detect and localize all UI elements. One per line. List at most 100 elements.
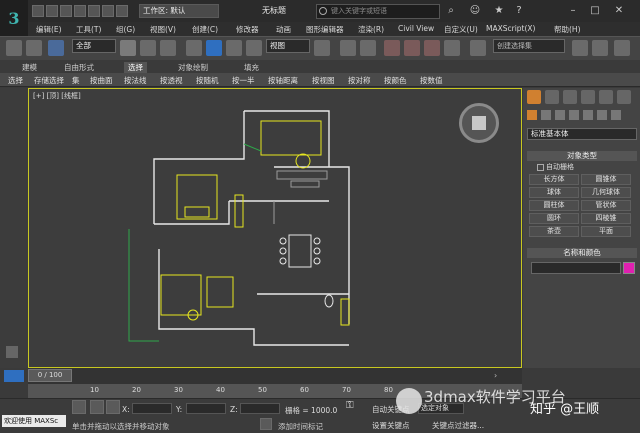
layer-explorer-icon[interactable]: [614, 40, 630, 56]
menu-customize[interactable]: 自定义(U): [444, 24, 478, 35]
ribbon-cmd-select[interactable]: 选择: [8, 75, 23, 86]
ribbon-cmd-half[interactable]: 按一半: [232, 75, 255, 86]
tab-freeform[interactable]: 自由形式: [64, 62, 94, 73]
ribbon-cmd-surface[interactable]: 按曲面: [90, 75, 113, 86]
time-tag-icon[interactable]: [260, 418, 272, 430]
angle-snap-icon[interactable]: [404, 40, 420, 56]
select-move-icon[interactable]: [206, 40, 222, 56]
menu-edit[interactable]: 编辑(E): [36, 24, 62, 35]
plane-button[interactable]: 平面: [581, 226, 631, 237]
ribbon-cmd-random[interactable]: 按随机: [196, 75, 219, 86]
app-logo[interactable]: 3: [0, 0, 28, 36]
pyramid-button[interactable]: 四棱锥: [581, 213, 631, 224]
tab-modeling[interactable]: 建模: [22, 62, 37, 73]
ribbon-cmd-view[interactable]: 按视图: [312, 75, 335, 86]
select-scale-icon[interactable]: [246, 40, 262, 56]
search-input[interactable]: 键入关键字或短语: [316, 4, 440, 19]
checkbox-icon[interactable]: [537, 163, 544, 171]
select-manipulate-icon[interactable]: [340, 40, 356, 56]
display-tab-icon[interactable]: [599, 90, 613, 104]
menu-help[interactable]: 帮助(H): [554, 24, 581, 35]
menu-maxscript[interactable]: MAXScript(X): [486, 24, 535, 33]
time-slider[interactable]: 0 / 100 ›: [28, 368, 522, 384]
menu-modifiers[interactable]: 修改器: [236, 24, 259, 35]
select-by-name-icon[interactable]: [140, 40, 156, 56]
select-rotate-icon[interactable]: [226, 40, 242, 56]
percent-snap-icon[interactable]: [424, 40, 440, 56]
spacewarps-icon[interactable]: [597, 110, 607, 120]
snap-toggle-icon[interactable]: [384, 40, 400, 56]
create-tab-icon[interactable]: [527, 90, 541, 104]
menu-create[interactable]: 创建(C): [192, 24, 218, 35]
systems-icon[interactable]: [611, 110, 621, 120]
maxscript-listener[interactable]: 欢迎使用 MAXSc: [2, 415, 66, 427]
hold-icon[interactable]: [102, 5, 114, 17]
select-object-icon[interactable]: [120, 40, 136, 56]
autogrid-checkbox[interactable]: 自动栅格: [537, 162, 574, 172]
x-coord-field[interactable]: [132, 403, 172, 414]
edit-named-selection-icon[interactable]: [470, 40, 486, 56]
user-icon[interactable]: ☺: [468, 4, 482, 18]
open-icon[interactable]: [46, 5, 58, 17]
help-icon[interactable]: ?: [512, 4, 526, 18]
key-filters-button[interactable]: 关键点过滤器...: [432, 420, 484, 431]
utilities-tab-icon[interactable]: [617, 90, 631, 104]
box-button[interactable]: 长方体: [529, 174, 579, 185]
hierarchy-tab-icon[interactable]: [563, 90, 577, 104]
menu-tools[interactable]: 工具(T): [76, 24, 101, 35]
new-icon[interactable]: [32, 5, 44, 17]
sphere-button[interactable]: 球体: [529, 187, 579, 198]
named-selection-dropdown[interactable]: 创建选择集: [493, 39, 565, 53]
z-coord-field[interactable]: [240, 403, 280, 414]
time-slider-thumb[interactable]: 0 / 100: [28, 369, 72, 382]
keyboard-shortcut-icon[interactable]: [360, 40, 376, 56]
floorplan-drawing[interactable]: [29, 89, 522, 368]
ribbon-cmd-numeric[interactable]: 按数值: [420, 75, 443, 86]
save-icon[interactable]: [60, 5, 72, 17]
cameras-icon[interactable]: [569, 110, 579, 120]
menu-civil-view[interactable]: Civil View: [398, 24, 434, 33]
close-icon[interactable]: ✕: [612, 4, 626, 18]
menu-group[interactable]: 组(G): [116, 24, 135, 35]
undo-icon[interactable]: [74, 5, 86, 17]
ribbon-cmd-normal[interactable]: 按法线: [124, 75, 147, 86]
absolute-mode-icon[interactable]: [106, 400, 120, 414]
geometry-icon[interactable]: [527, 110, 537, 120]
name-color-header[interactable]: 名称和颜色: [527, 248, 637, 258]
torus-button[interactable]: 圆环: [529, 213, 579, 224]
menu-view[interactable]: 视图(V): [150, 24, 176, 35]
mirror-icon[interactable]: [572, 40, 588, 56]
ribbon-cmd-pivot-distance[interactable]: 按轴距离: [268, 75, 298, 86]
teapot-button[interactable]: 茶壶: [529, 226, 579, 237]
expand-viewport-icon[interactable]: [6, 346, 18, 358]
reference-coord-dropdown[interactable]: 视图: [266, 39, 310, 53]
menu-graph-editors[interactable]: 图形编辑器: [306, 24, 344, 35]
lights-icon[interactable]: [555, 110, 565, 120]
binoculars-icon[interactable]: ⌕: [444, 4, 458, 18]
geosphere-button[interactable]: 几何球体: [581, 187, 631, 198]
object-color-swatch[interactable]: [623, 262, 635, 274]
tab-populate[interactable]: 填充: [244, 62, 259, 73]
workspace-dropdown[interactable]: 工作区: 默认: [139, 4, 219, 18]
object-name-field[interactable]: [531, 262, 621, 274]
shapes-icon[interactable]: [541, 110, 551, 120]
tab-selection[interactable]: 选择: [124, 62, 147, 73]
maximize-icon[interactable]: □: [588, 4, 602, 18]
minimize-icon[interactable]: –: [566, 4, 580, 18]
object-type-header[interactable]: 对象类型: [527, 151, 637, 161]
menu-animation[interactable]: 动画: [276, 24, 291, 35]
viewport-top[interactable]: [+] [顶] [线框]: [28, 88, 522, 368]
ribbon-cmd-set[interactable]: 集: [72, 75, 80, 86]
selection-filter-dropdown[interactable]: 全部: [72, 39, 116, 53]
pivot-center-icon[interactable]: [314, 40, 330, 56]
tube-button[interactable]: 管状体: [581, 200, 631, 211]
y-coord-field[interactable]: [186, 403, 226, 414]
set-key-button[interactable]: 设置关键点: [372, 420, 410, 431]
align-icon[interactable]: [592, 40, 608, 56]
unlink-icon[interactable]: [26, 40, 42, 56]
next-frame-icon[interactable]: ›: [494, 371, 497, 380]
motion-tab-icon[interactable]: [581, 90, 595, 104]
spinner-snap-icon[interactable]: [444, 40, 460, 56]
bind-spacewarp-icon[interactable]: [48, 40, 64, 56]
ribbon-cmd-store[interactable]: 存储选择: [34, 75, 64, 86]
